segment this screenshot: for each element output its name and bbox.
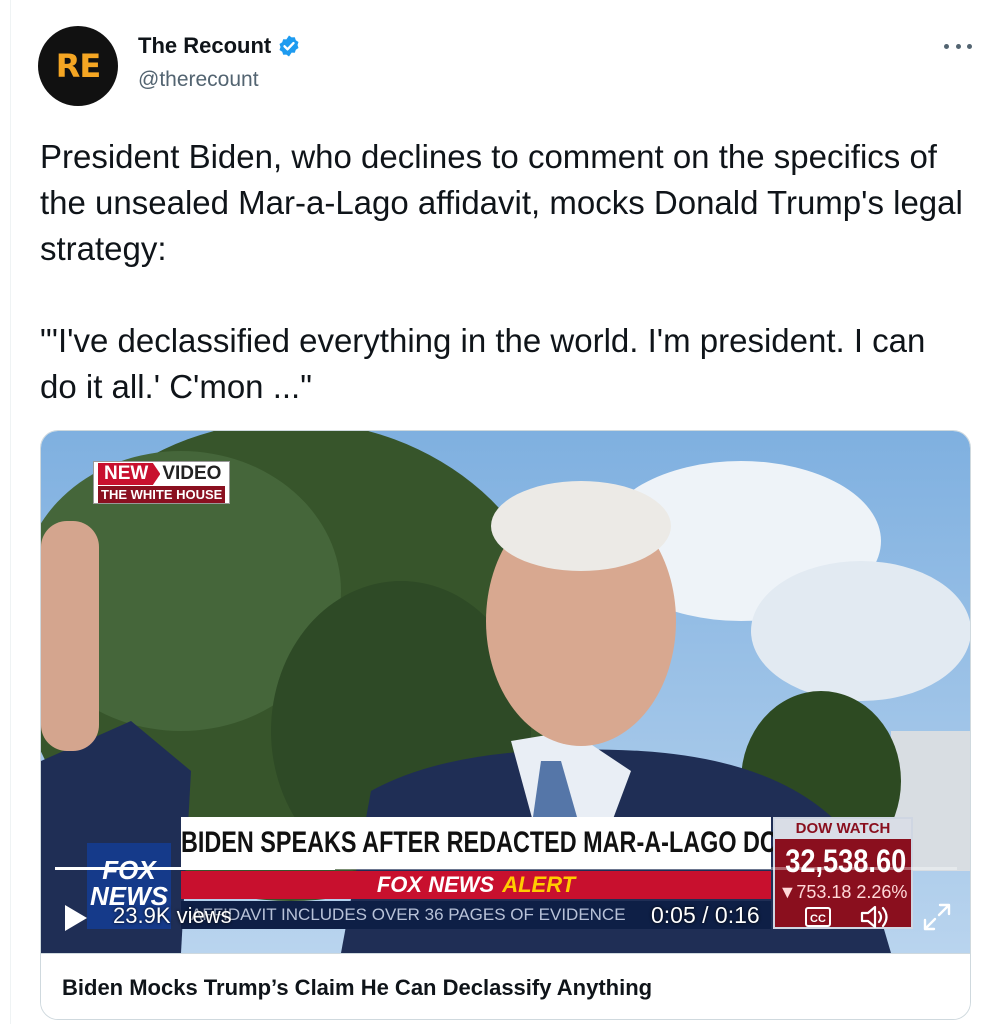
card-title[interactable]: Biden Mocks Trump’s Claim He Can Declass…: [41, 953, 970, 1019]
fullscreen-icon[interactable]: [921, 901, 953, 933]
media-card[interactable]: NEW VIDEO THE WHITE HOUSE BIDEN SPEAKS A…: [40, 430, 971, 1020]
alert-label: ALERT: [502, 872, 576, 897]
view-count: 23.9K views: [113, 903, 232, 928]
tweet-text: President Biden, who declines to comment…: [40, 138, 963, 405]
author-name-row: The Recount: [138, 33, 301, 59]
verified-badge-icon: [279, 35, 299, 57]
play-icon[interactable]: [65, 905, 87, 931]
dow-change: ▼753.18 2.26%: [778, 882, 908, 902]
video-time: 0:05 / 0:16: [651, 902, 760, 928]
new-video-badge: NEW VIDEO THE WHITE HOUSE: [93, 461, 231, 504]
alert-bar: FOX NEWS ALERT: [181, 871, 771, 899]
dow-watch-box: DOW WATCH 32,538.60 ▼753.18 2.26%: [773, 817, 913, 929]
progress-fill: [55, 867, 335, 870]
volume-icon[interactable]: [859, 903, 891, 931]
avatar[interactable]: RE: [38, 26, 118, 106]
avatar-text: RE: [55, 47, 101, 85]
video-label: VIDEO: [162, 463, 222, 484]
alert-label-network: FOX NEWS: [376, 872, 495, 897]
dow-value: 32,538.60: [785, 843, 907, 879]
timeline-border: [10, 0, 11, 1024]
progress-bar[interactable]: [55, 867, 957, 870]
display-name[interactable]: The Recount: [138, 33, 271, 59]
closed-captions-icon[interactable]: CC: [805, 907, 831, 927]
video-player[interactable]: NEW VIDEO THE WHITE HOUSE BIDEN SPEAKS A…: [41, 431, 970, 953]
more-icon[interactable]: [944, 36, 972, 56]
dow-title: DOW WATCH: [775, 819, 911, 839]
source-label: THE WHITE HOUSE: [98, 486, 226, 503]
handle[interactable]: @therecount: [138, 68, 259, 92]
headline-bar: BIDEN SPEAKS AFTER REDACTED MAR-A-LAGO D…: [181, 817, 912, 869]
new-label: NEW: [98, 463, 161, 485]
